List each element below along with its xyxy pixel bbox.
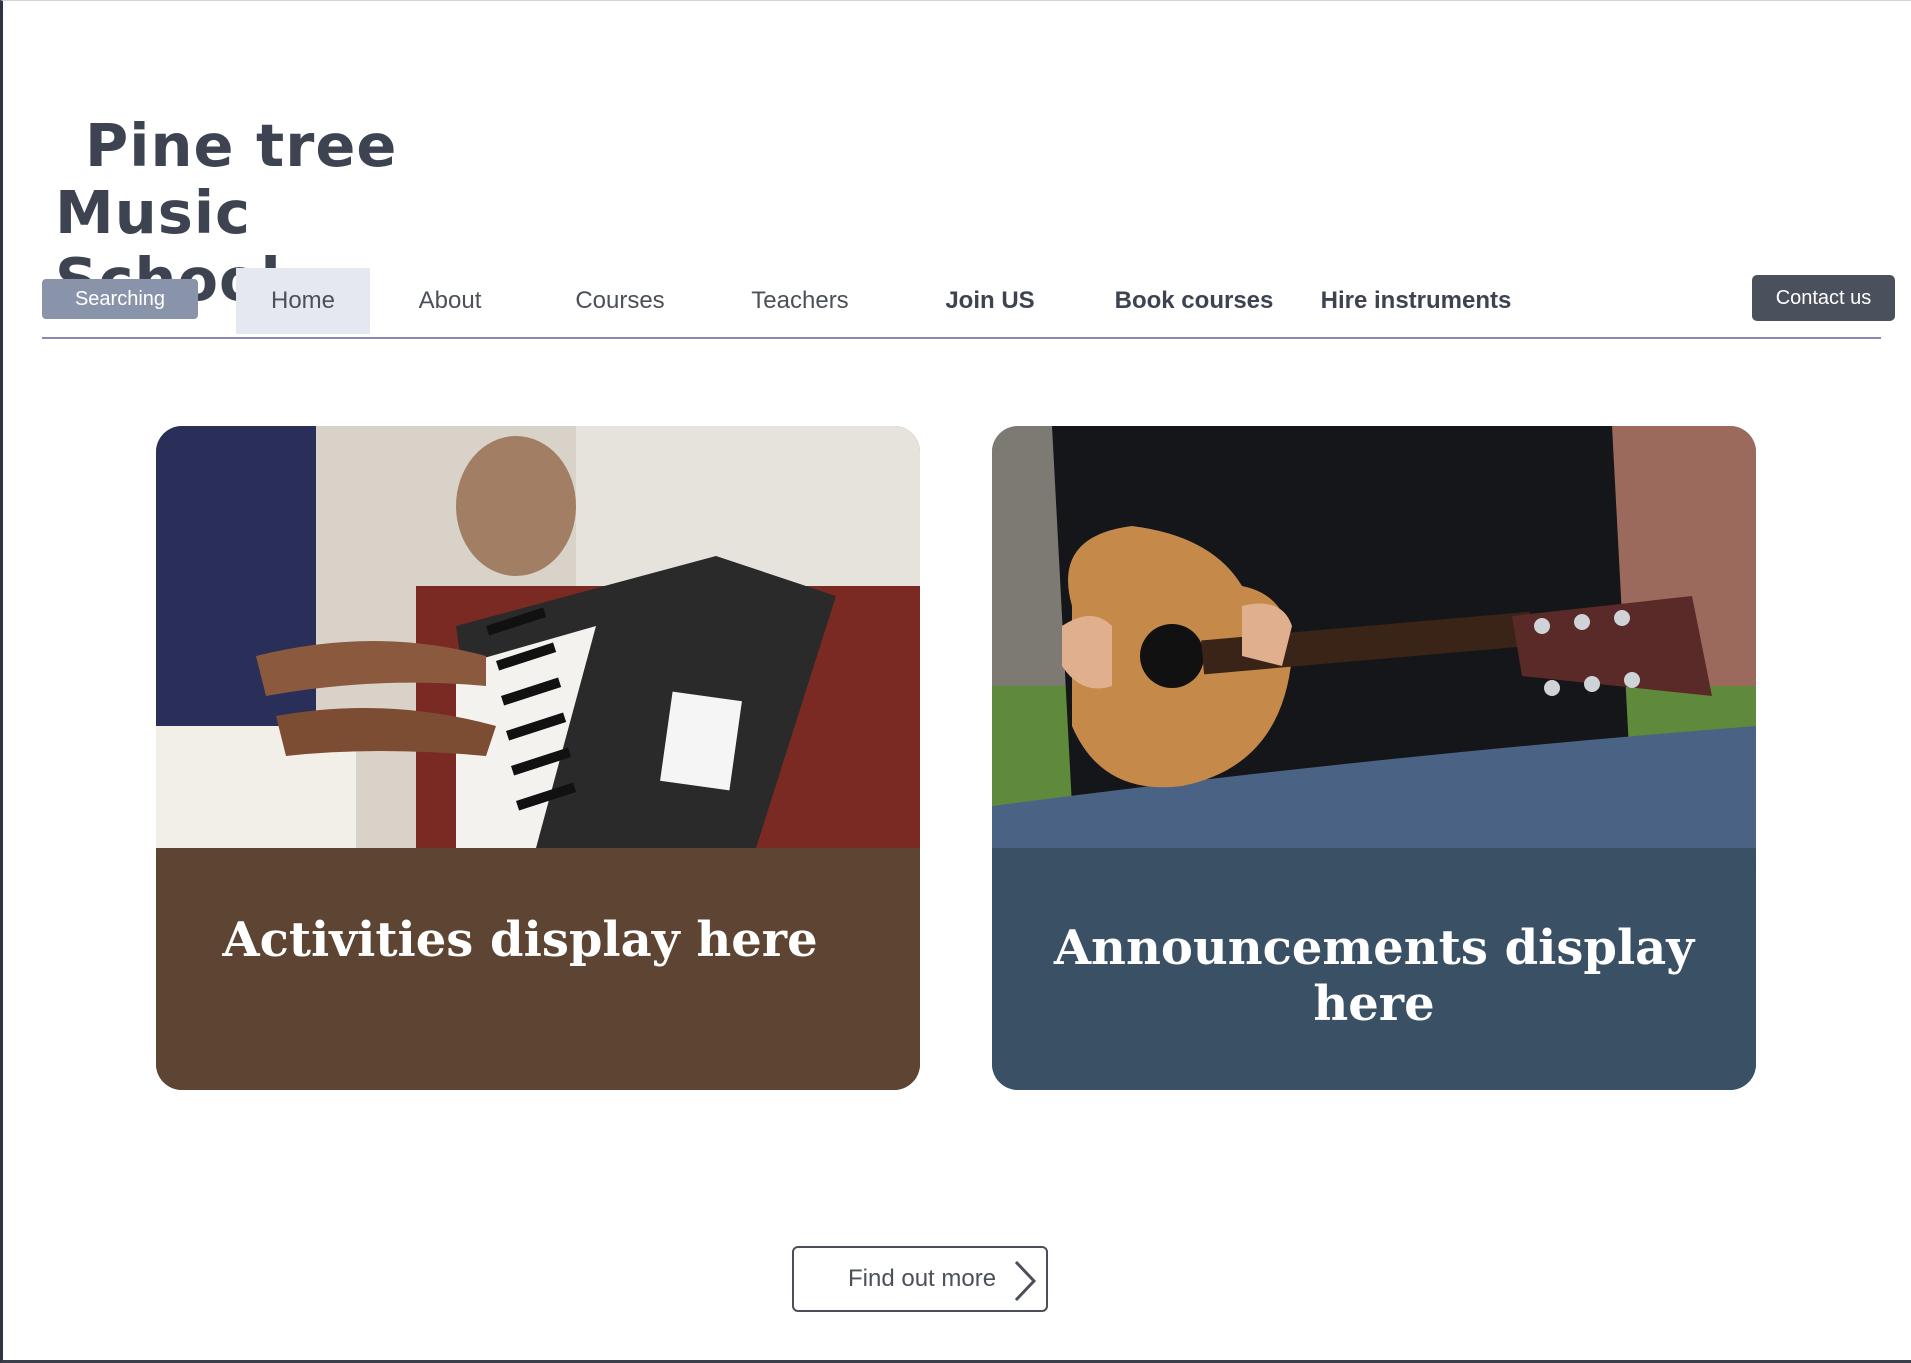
announcements-caption: Announcements display here (1053, 920, 1695, 1032)
nav-home[interactable]: Home (236, 268, 370, 334)
logo-line-1: Pine tree (85, 111, 398, 180)
nav-book-courses[interactable]: Book courses (1110, 268, 1278, 334)
piano-keyboard-photo (156, 426, 920, 848)
find-out-more-button[interactable]: Find out more (792, 1246, 1048, 1312)
acoustic-guitar-photo (992, 426, 1756, 848)
nav-courses[interactable]: Courses (560, 268, 680, 334)
activities-panel (156, 848, 920, 1090)
nav-hire-instruments[interactable]: Hire instruments (1316, 268, 1516, 334)
nav-teachers[interactable]: Teachers (740, 268, 860, 334)
activities-caption: Activities display here (222, 912, 818, 968)
nav-about[interactable]: About (400, 268, 500, 334)
contact-us-button[interactable]: Contact us (1752, 275, 1895, 321)
nav-join-us[interactable]: Join US (930, 268, 1050, 334)
search-button[interactable]: Searching (42, 279, 198, 319)
find-out-more-label: Find out more (848, 1265, 997, 1292)
activities-card[interactable]: Activities display here (156, 426, 920, 1090)
main-nav: Searching Home About Courses Teachers Jo… (0, 256, 1911, 340)
announcements-card[interactable]: Announcements display here (992, 426, 1756, 1090)
chevron-right-icon (1012, 1260, 1038, 1307)
nav-divider (42, 337, 1881, 339)
